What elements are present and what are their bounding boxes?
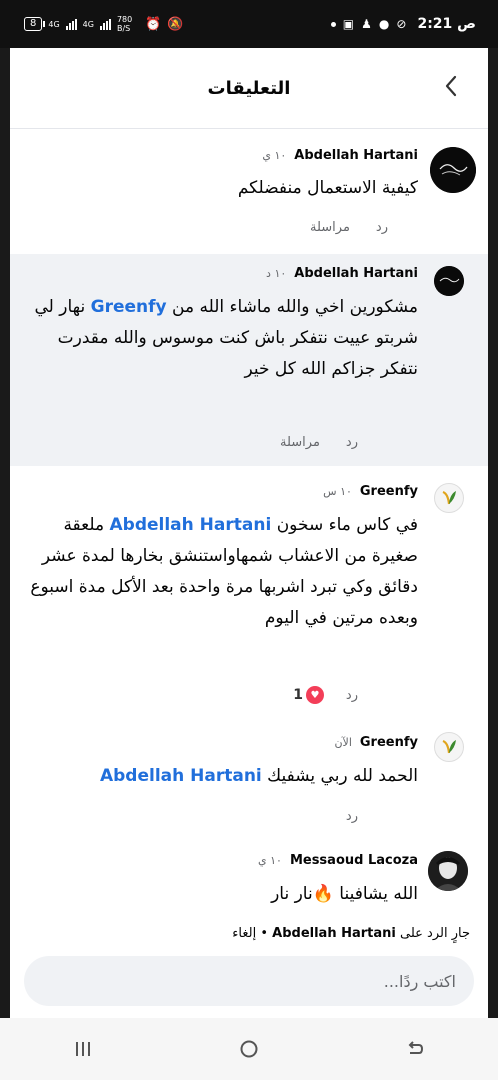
comment-actions: رد: [346, 688, 358, 703]
comment-actions: رد: [346, 809, 358, 824]
comment-time: الآن: [334, 736, 352, 749]
replying-to-bar: جارٍ الرد على Abdellah Hartani • إلغاء: [10, 926, 488, 941]
mention-link[interactable]: Abdellah Hartani: [110, 515, 272, 535]
commenter-name[interactable]: Abdellah Hartani: [294, 266, 418, 281]
snapchat-icon: ♟: [361, 17, 372, 31]
signal-icon-2: [99, 18, 111, 30]
recent-apps-icon: [76, 1042, 90, 1056]
location-icon: ⊘: [396, 17, 407, 31]
comment-5: ١٠ ي Messaoud Lacoza الله يشافينا 🔥نار ن…: [10, 837, 488, 925]
reply-button[interactable]: رد: [346, 435, 358, 450]
calligraphy-avatar-icon: [430, 147, 476, 193]
reaction-summary[interactable]: 1 ♥: [293, 686, 324, 704]
separator: •: [256, 926, 269, 941]
avatar[interactable]: [434, 266, 464, 296]
status-left: 8 4G 4G 780 B/S ⏰ 🔕: [24, 15, 183, 33]
comment-meta: ١٠ د Abdellah Hartani: [266, 266, 418, 281]
comment-text-part: مشكورين اخي والله ماشاء الله من: [166, 297, 418, 317]
reaction-count: 1: [293, 687, 303, 703]
top-bar: التعليقات: [10, 48, 488, 129]
heart-icon: ♥: [306, 686, 324, 704]
commenter-name[interactable]: Greenfy: [360, 735, 418, 750]
leaf-logo-icon: [442, 490, 456, 505]
back-arrow-icon: [408, 1041, 424, 1054]
comment-actions: رد مراسلة: [310, 220, 388, 235]
avatar[interactable]: [434, 483, 464, 513]
messenger-icon: ●: [378, 17, 390, 31]
leaf-logo-icon: [442, 739, 456, 754]
chevron-left-icon: [445, 75, 457, 97]
comment-actions: رد مراسلة: [280, 435, 358, 450]
comment-text: مشكورين اخي والله ماشاء الله من Greenfy …: [30, 292, 418, 385]
comment-4: الآن Greenfy الحمد لله ربي يشفيك Abdella…: [10, 721, 488, 836]
person-avatar-icon: [428, 851, 468, 891]
network-type-1: 4G: [48, 19, 60, 29]
avatar[interactable]: [434, 732, 464, 762]
comment-3: ١٠ س Greenfy في كاس ماء سخون Abdellah Ha…: [10, 467, 488, 720]
reply-input[interactable]: اكتب ردًا...: [24, 956, 474, 1006]
comment-text-part: الحمد لله ربي يشفيك: [261, 766, 418, 786]
clock: 2:21 ص: [417, 16, 476, 32]
commenter-name[interactable]: Abdellah Hartani: [294, 148, 418, 163]
mention-link[interactable]: Greenfy: [91, 297, 167, 317]
back-button[interactable]: [444, 74, 458, 104]
comment-time: ١٠ ي: [262, 149, 287, 162]
comment-meta: ١٠ س Greenfy: [323, 484, 418, 499]
comment-text: الحمد لله ربي يشفيك Abdellah Hartani: [30, 761, 418, 792]
replying-to-label: جارٍ الرد على: [400, 926, 470, 941]
comment-text: كيفية الاستعمال منفضلكم: [237, 178, 418, 198]
comment-time: ١٠ ي: [258, 854, 282, 867]
cancel-reply-button[interactable]: إلغاء: [232, 926, 256, 941]
notification-dot-icon: [330, 21, 336, 27]
status-right: ▣ ♟ ● ⊘ 2:21 ص: [330, 16, 476, 32]
alarm-icon: ⏰: [144, 16, 162, 32]
mention-link[interactable]: Abdellah Hartani: [100, 766, 262, 786]
calligraphy-avatar-icon: [434, 266, 464, 296]
reply-button[interactable]: رد: [346, 688, 358, 703]
notification-icon: ▣: [342, 17, 355, 31]
replying-to-name: Abdellah Hartani: [272, 926, 396, 941]
comment-time: ١٠ س: [323, 485, 352, 498]
reply-input-placeholder: اكتب ردًا...: [383, 971, 456, 991]
commenter-name[interactable]: Messaoud Lacoza: [290, 853, 418, 868]
mute-icon: 🔕: [167, 16, 184, 32]
network-speed: 780 B/S: [116, 15, 133, 33]
comment-meta: ١٠ ي Messaoud Lacoza: [258, 853, 418, 868]
comment-meta: الآن Greenfy: [334, 735, 418, 750]
home-button[interactable]: [229, 1029, 269, 1069]
system-nav-bar: [0, 1018, 498, 1080]
commenter-name[interactable]: Greenfy: [360, 484, 418, 499]
comment-text-part: في كاس ماء سخون: [271, 515, 418, 535]
back-nav-button[interactable]: [395, 1029, 435, 1069]
reply-button[interactable]: رد: [376, 220, 388, 235]
comment-1: ١٠ ي Abdellah Hartani كيفية الاستعمال من…: [10, 129, 488, 253]
recent-apps-button[interactable]: [63, 1029, 103, 1069]
avatar[interactable]: [430, 147, 476, 193]
comment-meta: ١٠ ي Abdellah Hartani: [262, 148, 418, 163]
home-icon: [240, 1040, 258, 1058]
message-button[interactable]: مراسلة: [280, 435, 320, 450]
message-button[interactable]: مراسلة: [310, 220, 350, 235]
network-type-2: 4G: [82, 19, 94, 29]
signal-icon-1: [65, 18, 77, 30]
battery-icon: 8: [24, 17, 46, 31]
comment-text: الله يشافينا 🔥نار نار: [271, 884, 418, 904]
reply-button[interactable]: رد: [346, 809, 358, 824]
comment-time: ١٠ د: [266, 267, 287, 280]
avatar[interactable]: [428, 851, 468, 891]
status-bar: 8 4G 4G 780 B/S ⏰ 🔕 ▣ ♟ ● ⊘ 2:21 ص: [0, 0, 498, 48]
comment-text: في كاس ماء سخون Abdellah Hartani ملعقة ص…: [30, 510, 418, 634]
comment-2: ١٠ د Abdellah Hartani مشكورين اخي والله …: [10, 254, 488, 466]
page-title: التعليقات: [207, 77, 291, 99]
